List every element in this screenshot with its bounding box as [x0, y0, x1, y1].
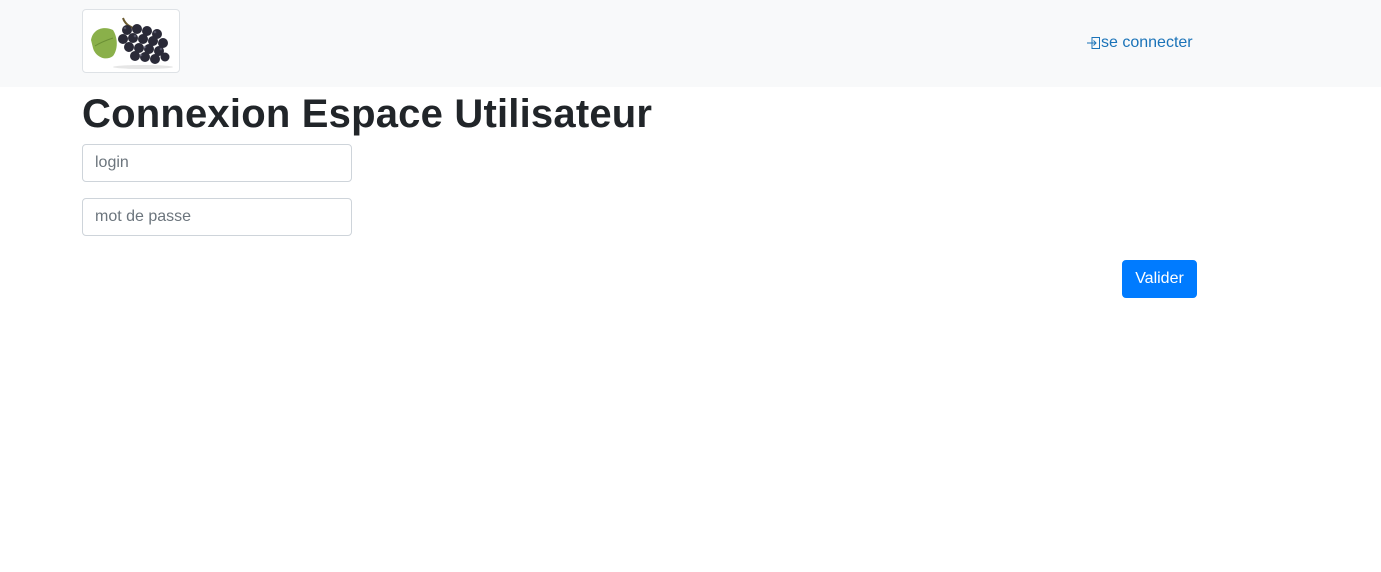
password-input[interactable]: [82, 198, 352, 236]
login-link-label: se connecter: [1101, 34, 1193, 51]
top-navbar: se connecter: [0, 0, 1381, 87]
page-title: Connexion Espace Utilisateur: [82, 92, 653, 136]
login-input[interactable]: [82, 144, 352, 182]
sign-in-icon: [1087, 36, 1101, 50]
submit-button[interactable]: Valider: [1122, 260, 1197, 298]
login-link[interactable]: se connecter: [1087, 33, 1193, 53]
grapes-logo-icon[interactable]: [82, 9, 180, 73]
